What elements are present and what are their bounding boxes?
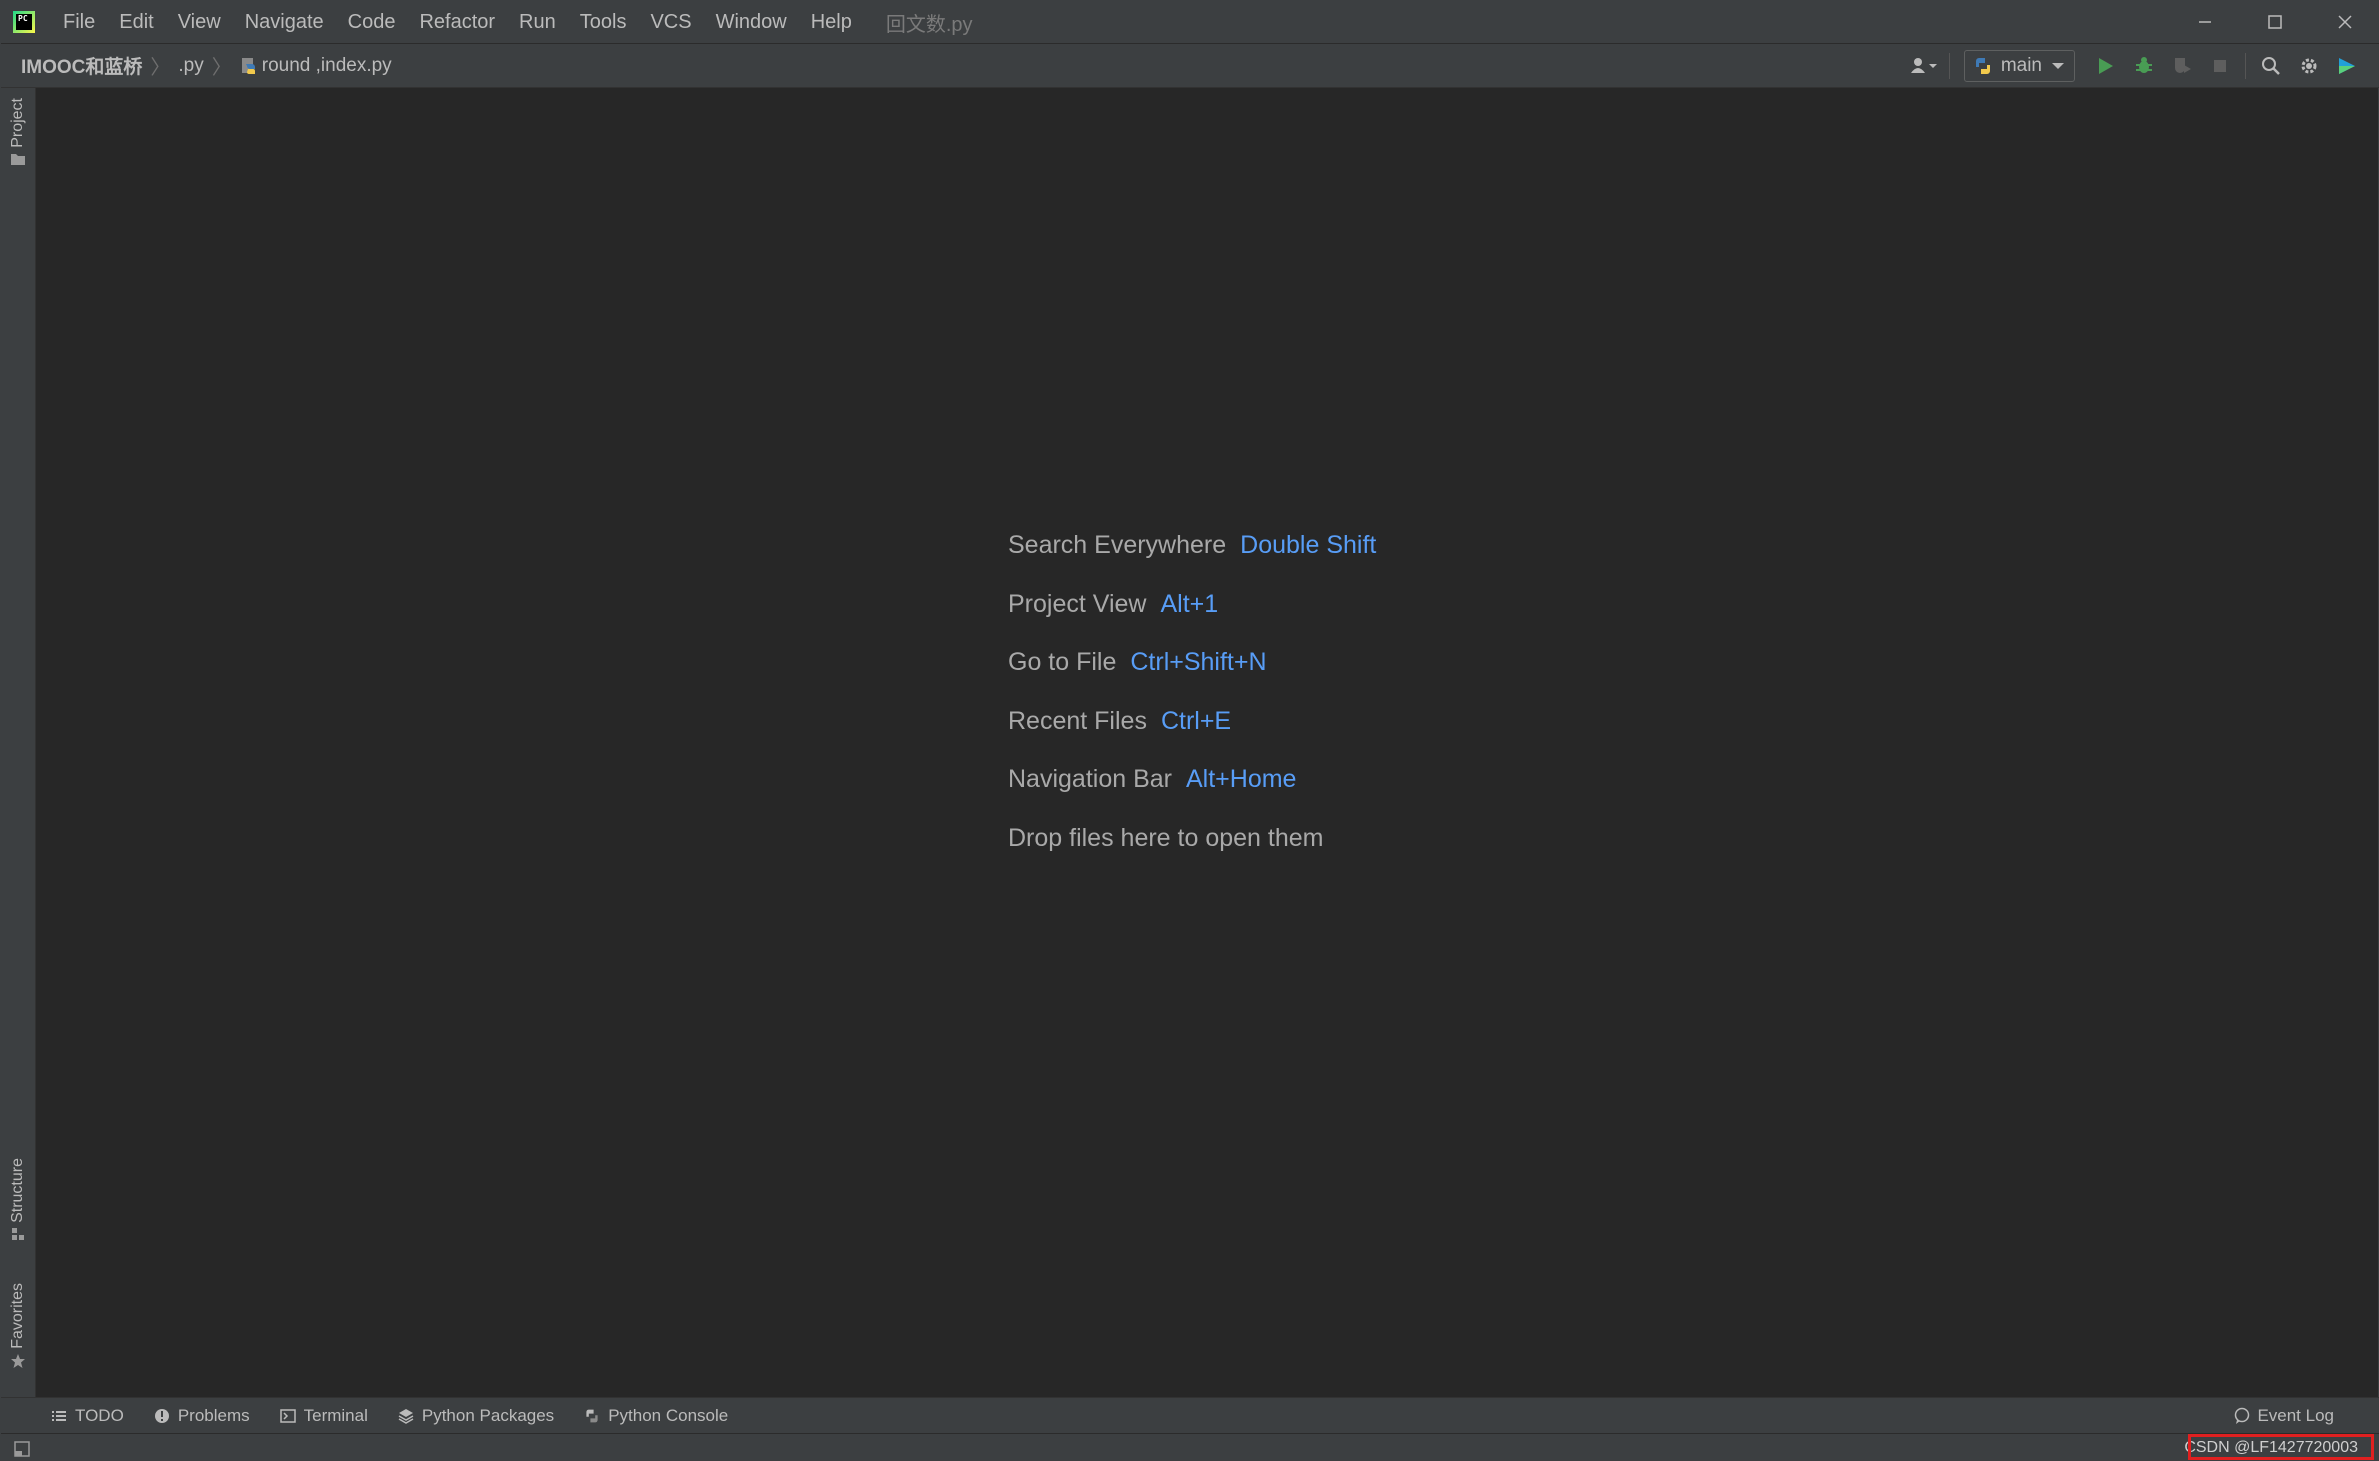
user-vcs-button[interactable] <box>1905 49 1943 83</box>
python-file-icon <box>241 57 255 74</box>
tool-window-toggle-icon <box>14 1440 30 1457</box>
event-log-label: Event Log <box>2257 1406 2334 1425</box>
terminal-tab-label: Terminal <box>303 1406 368 1425</box>
breadcrumb-folder[interactable]: .py <box>178 55 203 77</box>
breadcrumb-file-label: round ,index.py <box>261 54 392 76</box>
list-icon <box>52 1411 66 1421</box>
stop-icon <box>2214 59 2226 72</box>
chevron-right-icon: 〉 <box>150 55 171 79</box>
minimize-icon <box>2199 21 2211 23</box>
hint-search-everywhere: Search Everywhere Double Shift <box>1008 531 1377 559</box>
status-bar: CSDN @LF1427720003 <box>1 1433 2379 1461</box>
menu-edit[interactable]: Edit <box>107 1 165 43</box>
event-log-tool-tab[interactable]: Event Log <box>2233 1398 2334 1434</box>
hint-go-to-file: Go to File Ctrl+Shift+N <box>1008 648 1267 677</box>
navigation-bar: IMOOC和蓝桥 〉 .py 〉 round ,index.py main <box>1 44 2379 88</box>
bottom-tool-bar: TODO Problems Terminal Python Packages P… <box>1 1397 2379 1434</box>
debug-button[interactable] <box>2125 49 2163 83</box>
red-highlight-box <box>2188 1434 2374 1460</box>
menu-refactor[interactable]: Refactor <box>407 1 507 43</box>
info-icon <box>154 1409 169 1423</box>
hint-navigation-bar: Navigation Bar Alt+Home <box>1008 765 1297 794</box>
todo-tool-tab[interactable]: TODO <box>51 1406 124 1426</box>
structure-tool-tab[interactable]: Structure <box>1 1158 35 1241</box>
structure-tab-label: Structure <box>9 1158 26 1223</box>
favorites-tab-label: Favorites <box>9 1283 26 1349</box>
todo-tab-label: TODO <box>75 1406 124 1425</box>
run-button[interactable] <box>2087 49 2125 83</box>
maximize-button[interactable] <box>2240 1 2310 43</box>
menu-navigate[interactable]: Navigate <box>233 1 336 43</box>
search-button[interactable] <box>2252 49 2290 83</box>
bug-icon <box>2136 56 2152 73</box>
chevron-right-icon: 〉 <box>211 55 232 79</box>
problems-tool-tab[interactable]: Problems <box>154 1406 250 1426</box>
problems-tab-label: Problems <box>177 1406 250 1425</box>
python-packages-tab-label: Python Packages <box>421 1406 555 1425</box>
run-configuration-select[interactable]: main <box>1963 49 2075 82</box>
close-icon <box>2338 15 2352 29</box>
title-bar: PC File Edit View Navigate Code Refactor… <box>1 1 2379 44</box>
project-tab-label: Project <box>9 98 26 148</box>
main-toolbar: main <box>1905 44 2366 87</box>
project-tool-tab[interactable]: Project <box>1 98 35 166</box>
menu-vcs[interactable]: VCS <box>638 1 703 43</box>
menu-tools[interactable]: Tools <box>568 1 639 43</box>
toolbar-divider <box>1948 52 1950 79</box>
window-file-title: 回文数.py <box>885 13 973 36</box>
user-icon <box>1910 57 1937 73</box>
maximize-icon <box>2268 15 2282 29</box>
gear-icon <box>2301 58 2317 73</box>
window-controls <box>2170 1 2379 43</box>
play-icon <box>2099 57 2113 74</box>
python-console-icon <box>586 1409 598 1423</box>
left-tool-strip: Project Structure Favorites <box>1 88 36 1397</box>
coverage-icon <box>2175 57 2191 73</box>
python-console-tab-label: Python Console <box>608 1406 729 1425</box>
hint-recent-files: Recent Files Ctrl+E <box>1008 706 1232 735</box>
menu-window[interactable]: Window <box>704 1 799 43</box>
menu-file[interactable]: File <box>51 1 107 43</box>
editor-empty-area[interactable]: Search Everywhere Double Shift Project Vi… <box>36 88 2378 1397</box>
menu-run[interactable]: Run <box>507 1 568 43</box>
structure-icon <box>12 1227 24 1240</box>
toggle-tool-windows-button[interactable] <box>13 1440 31 1458</box>
search-icon <box>2262 56 2280 75</box>
minimize-button[interactable] <box>2170 1 2240 43</box>
layers-icon <box>398 1409 414 1424</box>
code-with-me-button[interactable] <box>2328 49 2366 83</box>
run-with-coverage-button[interactable] <box>2163 49 2201 83</box>
code-with-me-icon <box>2339 57 2355 74</box>
hint-project-view: Project View Alt+1 <box>1008 589 1219 618</box>
python-console-tool-tab[interactable]: Python Console <box>584 1406 728 1426</box>
terminal-icon <box>279 1409 296 1423</box>
speech-bubble-icon <box>2235 1407 2250 1424</box>
breadcrumb-project[interactable]: IMOOC和蓝桥 <box>21 52 142 79</box>
breadcrumb-file[interactable]: round ,index.py <box>240 55 392 77</box>
menu-code[interactable]: Code <box>336 1 408 43</box>
toolbar-divider <box>2245 52 2246 79</box>
settings-button[interactable] <box>2290 49 2328 83</box>
favorites-tool-tab[interactable]: Favorites <box>1 1283 35 1369</box>
folder-icon <box>11 153 25 165</box>
python-packages-tool-tab[interactable]: Python Packages <box>398 1406 554 1426</box>
terminal-tool-tab[interactable]: Terminal <box>279 1406 368 1426</box>
close-button[interactable] <box>2310 1 2379 43</box>
pycharm-logo-icon: PC <box>13 11 35 33</box>
menu-help[interactable]: Help <box>799 1 864 43</box>
run-config-label: main <box>2000 54 2042 76</box>
hint-drop-files: Drop files here to open them <box>1008 823 1324 852</box>
star-icon <box>11 1353 25 1368</box>
chevron-down-icon <box>2052 62 2064 69</box>
ide-window: PC File Edit View Navigate Code Refactor… <box>0 0 2379 1461</box>
menu-view[interactable]: View <box>166 1 233 43</box>
python-icon <box>1975 57 1990 74</box>
stop-button[interactable] <box>2201 49 2239 83</box>
editor-hints: Search Everywhere Double Shift Project Vi… <box>1008 516 1376 868</box>
